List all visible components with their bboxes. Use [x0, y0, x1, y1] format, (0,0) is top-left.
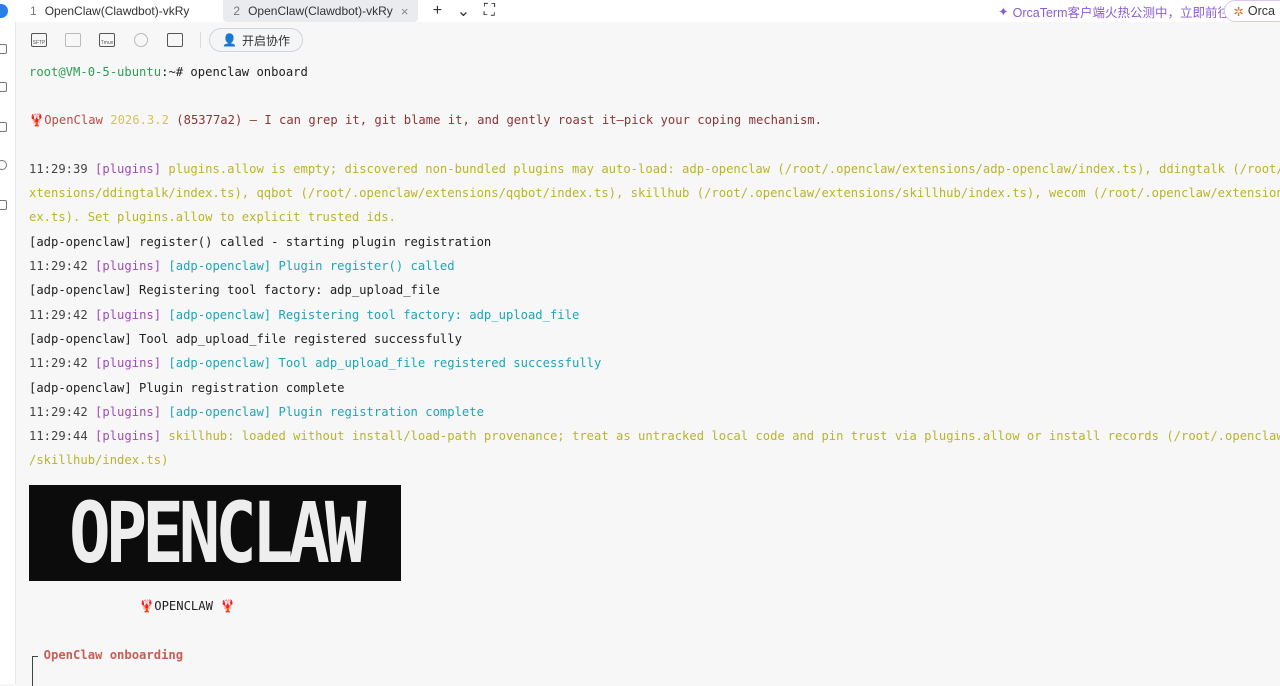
terminal-text-segment: root@VM-0-5-ubuntu — [29, 65, 162, 79]
tmux-button[interactable]: Tmux — [90, 29, 124, 51]
terminal-text-segment: 11:29:42 — [29, 259, 96, 273]
terminal-text-segment: ex.ts). Set plugins.allow to explicit tr… — [29, 210, 396, 224]
terminal-text-segment: 🦞 — [29, 113, 45, 127]
terminal-line: 11:29:42 [plugins] [adp-openclaw] Tool a… — [29, 354, 1280, 372]
tab-number: 2 — [233, 4, 241, 18]
promo-text[interactable]: OrcaTerm客户端火热公测中，立即前往 — [1013, 2, 1230, 21]
terminal-line: 🦞OpenClaw 2026.3.2 (85377a2) — I can gre… — [29, 111, 1280, 129]
tab-2[interactable]: 2 OpenClaw(Clawdbot)-vkRy × — [223, 0, 419, 22]
hexagon-icon — [134, 33, 148, 47]
tab-number: 1 — [30, 4, 37, 18]
terminal-text-segment: [plugins] — [95, 356, 169, 370]
terminal-line: [adp-openclaw] Registering tool factory:… — [29, 281, 1280, 299]
terminal-line: 11:29:39 [plugins] plugins.allow is empt… — [29, 160, 1280, 178]
terminal-line: 🦞OPENCLAW 🦞 — [29, 597, 1280, 615]
panel-icon — [65, 33, 81, 47]
logo-text: OPENCLAW — [68, 484, 366, 582]
sftp-label: SFTP — [32, 40, 46, 46]
terminal-text-segment: [adp-openclaw] Plugin registration compl… — [168, 405, 484, 419]
terminal-text-segment: 11:29:42 — [29, 405, 96, 419]
terminal-text-segment: [plugins] — [95, 162, 169, 176]
tab-bar: 1 OpenClaw(Clawdbot)-vkRy 2 OpenClaw(Cla… — [0, 0, 1280, 22]
chevron-down-icon[interactable]: ⌄ — [450, 1, 476, 21]
terminal-line: 11:29:42 [plugins] [adp-openclaw] Regist… — [29, 306, 1280, 324]
terminal-text-segment: [adp-openclaw] Registering tool factory:… — [29, 283, 440, 297]
orca-button-label: Orca — [1247, 4, 1275, 18]
terminal-icon: Tmux — [99, 33, 115, 47]
folder-icon: SFTP — [31, 33, 47, 47]
toolbar: SFTP Tmux 👤 开启协作 — [16, 26, 1280, 54]
terminal-text-segment: :~# openclaw onboard — [161, 65, 308, 79]
terminal-text-segment: skillhub: loaded without install/load-pa… — [168, 429, 1280, 443]
tab-label: OpenClaw(Clawdbot)-vkRy — [248, 4, 393, 18]
sidebar-icon[interactable] — [0, 44, 7, 54]
terminal-text-segment: [plugins] — [95, 405, 169, 419]
onboarding-box-border — [32, 656, 38, 686]
terminal-text-segment: plugins.allow is empty; discovered non-b… — [168, 162, 1280, 176]
terminal-line: OpenClaw onboarding — [29, 646, 1280, 664]
terminal-text-segment: [adp-openclaw] register() called - start… — [29, 235, 492, 249]
terminal-text-segment: [plugins] — [95, 308, 169, 322]
orca-button[interactable]: ✲ Orca — [1224, 0, 1280, 22]
sidebar-icon[interactable] — [0, 122, 7, 132]
terminal-line: ex.ts). Set plugins.allow to explicit tr… — [29, 208, 1280, 226]
terminal-text-segment: (85377a2) — I can grep it, git blame it,… — [176, 113, 822, 127]
tab-label: OpenClaw(Clawdbot)-vkRy — [44, 4, 190, 18]
terminal-text-segment: 🦞 — [220, 599, 236, 613]
terminal-text-segment: [adp-openclaw] Plugin registration compl… — [29, 381, 345, 395]
sidebar-icon[interactable] — [0, 200, 7, 210]
divider — [200, 32, 201, 48]
new-tab-button[interactable]: + — [424, 2, 450, 20]
terminal-text-segment: [adp-openclaw] Tool adp_upload_file regi… — [29, 332, 462, 346]
terminal-text-segment: 11:29:39 — [29, 162, 96, 176]
terminal-text-segment: [plugins] — [95, 259, 169, 273]
fullscreen-icon[interactable]: ⛶ — [476, 2, 502, 20]
terminal-text-segment: [plugins] — [95, 429, 169, 443]
record-button[interactable] — [158, 29, 192, 51]
left-sidebar — [0, 22, 16, 684]
terminal-line: [adp-openclaw] Plugin registration compl… — [29, 379, 1280, 397]
terminal-line: /skillhub/index.ts) — [29, 451, 1280, 469]
sparkle-icon: ✦ — [998, 5, 1009, 19]
promo-banner[interactable]: ✦ OrcaTerm客户端火热公测中，立即前往 — [998, 2, 1230, 21]
openclaw-ascii-logo: OPENCLAW — [29, 485, 401, 581]
terminal-line: root@VM-0-5-ubuntu:~# openclaw onboard — [29, 63, 1280, 81]
sidebar-icon[interactable] — [0, 160, 7, 170]
sftp-button[interactable]: SFTP — [22, 29, 56, 51]
collaborate-label: 开启协作 — [241, 33, 290, 48]
terminal-text-segment: [adp-openclaw] Registering tool factory:… — [168, 308, 580, 322]
terminal-line: 11:29:42 [plugins] [adp-openclaw] Plugin… — [29, 257, 1280, 275]
terminal-text-segment: [adp-openclaw] Tool adp_upload_file regi… — [168, 356, 602, 370]
orca-logo-icon: ✲ — [1233, 4, 1244, 19]
app-logo-icon — [0, 4, 8, 18]
tmux-label: Tmux — [100, 40, 114, 46]
terminal-text-segment: OpenClaw onboarding — [29, 648, 184, 662]
terminal-text-segment: 🦞 — [29, 599, 155, 613]
user-plus-icon: 👤 — [222, 33, 237, 47]
terminal-line: [adp-openclaw] register() called - start… — [29, 233, 1280, 251]
close-tab-icon[interactable]: × — [401, 4, 409, 19]
split-pane-button[interactable] — [56, 29, 90, 51]
tab-1[interactable]: 1 OpenClaw(Clawdbot)-vkRy — [20, 0, 199, 22]
terminal-line: [adp-openclaw] Tool adp_upload_file regi… — [29, 330, 1280, 348]
terminal-text-segment: 11:29:44 — [29, 429, 96, 443]
terminal-text-segment: [adp-openclaw] Plugin register() called — [168, 259, 455, 273]
collaborate-button[interactable]: 👤 开启协作 — [209, 28, 303, 52]
terminal-text-segment: xtensions/ddingtalk/index.ts), qqbot (/r… — [29, 186, 1280, 200]
terminal-text-segment: 11:29:42 — [29, 356, 96, 370]
terminal-text-segment: 2026.3.2 — [110, 113, 177, 127]
terminal-text-segment: 11:29:42 — [29, 308, 96, 322]
terminal-text-segment: /skillhub/index.ts) — [29, 453, 169, 467]
sync-button[interactable] — [124, 29, 158, 51]
sidebar-icon[interactable] — [0, 82, 7, 92]
clipboard-record-icon — [167, 33, 183, 47]
terminal-text-segment: OpenClaw — [44, 113, 111, 127]
terminal-line: xtensions/ddingtalk/index.ts), qqbot (/r… — [29, 184, 1280, 202]
terminal-line: 11:29:44 [plugins] skillhub: loaded with… — [29, 427, 1280, 445]
terminal-line: 11:29:42 [plugins] [adp-openclaw] Plugin… — [29, 403, 1280, 421]
terminal-text-segment: OPENCLAW — [154, 599, 221, 613]
